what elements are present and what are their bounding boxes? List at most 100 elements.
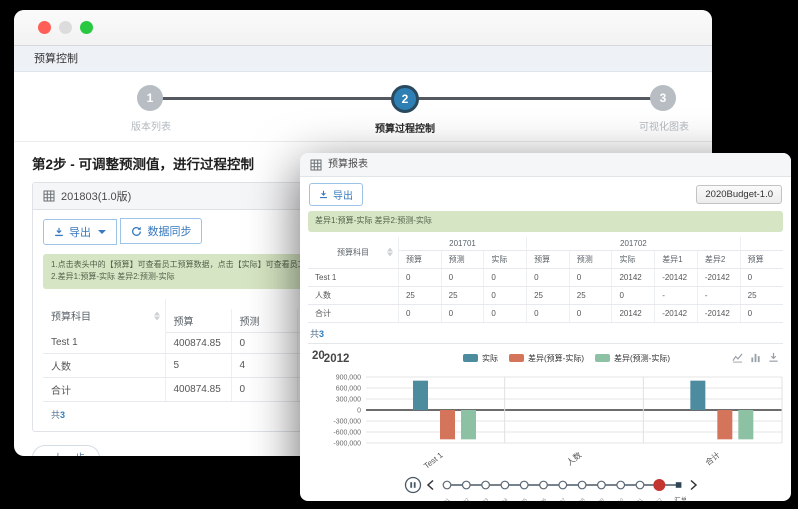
- column-header[interactable]: 差异1: [655, 250, 698, 268]
- timeline-next-arrow[interactable]: [691, 480, 696, 489]
- version-select-button[interactable]: 2020Budget-1.0: [696, 185, 782, 204]
- timeline-node-summary[interactable]: [676, 482, 682, 488]
- column-header[interactable]: 差异2: [697, 250, 740, 268]
- timeline-node[interactable]: [520, 481, 528, 489]
- timeline-node[interactable]: [559, 481, 567, 489]
- timeline-node[interactable]: [482, 481, 490, 489]
- version-panel-title: 201803(1.0版): [61, 188, 131, 204]
- column-header[interactable]: 预算: [740, 250, 783, 268]
- bar-差异(预测-实际)[interactable]: [461, 410, 476, 439]
- column-header[interactable]: 实际: [484, 250, 527, 268]
- timeline-node-current[interactable]: [653, 479, 665, 491]
- report-table: 预算科目201701201702预算预测实际预算预测实际差异1差异2预算Test…: [308, 237, 783, 323]
- sort-icon[interactable]: [154, 311, 160, 320]
- record-count: 共3: [308, 323, 783, 344]
- column-header[interactable]: 预测: [231, 309, 297, 333]
- export-label: 导出: [69, 224, 91, 240]
- diff-notice: 差异1:预算-实际 差异2:预测-实际: [308, 211, 783, 232]
- bar-实际[interactable]: [690, 380, 705, 409]
- step-process-control[interactable]: 2 预算过程控制: [391, 85, 419, 113]
- previous-step-button[interactable]: ‹ 上一步: [32, 445, 100, 456]
- legend-swatch: [595, 354, 610, 362]
- value-cell: 0: [527, 268, 570, 286]
- minimize-window-icon[interactable]: [59, 21, 72, 34]
- timeline-node[interactable]: [578, 481, 586, 489]
- close-window-icon[interactable]: [38, 21, 51, 34]
- value-cell: 25: [740, 286, 783, 304]
- value-cell: 25: [569, 286, 612, 304]
- legend-item[interactable]: 差异(预算-实际): [509, 353, 584, 364]
- download-image-icon[interactable]: [768, 352, 779, 363]
- value-cell: 0: [441, 268, 484, 286]
- budget-report-window: 预算报表 导出 2020Budget-1.0 差异1:预算-实际 差异2:预测-…: [300, 153, 791, 501]
- window-titlebar[interactable]: [14, 10, 712, 46]
- column-header[interactable]: 预测: [441, 250, 484, 268]
- value-cell: 20142: [612, 268, 655, 286]
- svg-text:600,000: 600,000: [336, 385, 361, 392]
- data-sync-button[interactable]: 数据同步: [120, 218, 202, 244]
- timeline-node[interactable]: [540, 481, 548, 489]
- value-cell: 0: [231, 378, 297, 402]
- total-count: 3: [319, 329, 324, 339]
- column-header[interactable]: 实际: [612, 250, 655, 268]
- timeline-node[interactable]: [501, 481, 509, 489]
- legend-label: 差异(预测-实际): [614, 353, 670, 364]
- column-header[interactable]: 预测: [569, 250, 612, 268]
- export-dropdown-button[interactable]: 导出: [43, 219, 117, 245]
- timeline-node[interactable]: [617, 481, 625, 489]
- legend-swatch: [509, 354, 524, 362]
- value-cell: 0: [527, 304, 570, 322]
- legend-item[interactable]: 实际: [463, 353, 498, 364]
- subject-cell: 合计: [43, 378, 165, 402]
- table-row[interactable]: 人数2525025250--25: [308, 286, 783, 304]
- export-label: 导出: [333, 187, 353, 202]
- table-row[interactable]: 合计0000020142-20142-201420: [308, 304, 783, 322]
- timeline-node[interactable]: [443, 481, 451, 489]
- sort-icon[interactable]: [387, 248, 393, 257]
- subject-cell: Test 1: [308, 268, 398, 286]
- column-header-subject[interactable]: 预算科目: [43, 299, 165, 333]
- column-header[interactable]: 预算: [398, 250, 441, 268]
- chart-title: 202012: [312, 352, 432, 364]
- column-header[interactable]: 预算: [165, 309, 231, 333]
- subject-cell: 人数: [308, 286, 398, 304]
- value-cell: 0: [740, 304, 783, 322]
- value-cell: 20142: [612, 304, 655, 322]
- svg-text:202005: 202005: [513, 497, 529, 501]
- value-cell: 0: [612, 286, 655, 304]
- timeline-node[interactable]: [598, 481, 606, 489]
- bar-差异(预测-实际)[interactable]: [738, 410, 753, 439]
- value-cell: 25: [527, 286, 570, 304]
- svg-text:-300,000: -300,000: [333, 418, 361, 425]
- timeline-node[interactable]: [463, 481, 471, 489]
- timeline-node[interactable]: [636, 481, 644, 489]
- export-button[interactable]: 导出: [309, 183, 363, 206]
- step-circle: 1: [137, 85, 163, 111]
- step-version-list[interactable]: 1 版本列表: [137, 85, 165, 111]
- bar-差异(预算-实际)[interactable]: [717, 410, 732, 439]
- timeline-slider[interactable]: 2020012020022020032020042020052020062020…: [308, 474, 783, 501]
- value-cell: 0: [569, 304, 612, 322]
- zoom-window-icon[interactable]: [80, 21, 93, 34]
- month-group-header: 201701: [398, 237, 526, 251]
- legend-label: 差异(预算-实际): [528, 353, 584, 364]
- play-pause-button[interactable]: [406, 477, 421, 492]
- table-icon: [43, 190, 55, 202]
- step-visual-charts[interactable]: 3 可视化图表: [650, 85, 678, 111]
- bar-差异(预算-实际)[interactable]: [440, 410, 455, 439]
- line-chart-icon[interactable]: [732, 352, 743, 363]
- column-header[interactable]: 预算: [527, 250, 570, 268]
- value-cell: -: [655, 286, 698, 304]
- value-cell: 5: [165, 354, 231, 378]
- table-row[interactable]: Test 10000020142-20142-201420: [308, 268, 783, 286]
- bar-chart-icon[interactable]: [750, 352, 761, 363]
- step-label: 预算过程控制: [375, 120, 435, 135]
- bar-实际[interactable]: [413, 380, 428, 409]
- report-panel-header: 预算报表: [300, 153, 791, 177]
- download-icon: [54, 227, 64, 237]
- timeline-prev-arrow[interactable]: [428, 480, 433, 489]
- svg-text:-600,000: -600,000: [333, 429, 361, 436]
- column-header-subject[interactable]: 预算科目: [308, 237, 398, 269]
- page-title: 预算控制: [14, 46, 712, 72]
- legend-item[interactable]: 差异(预测-实际): [595, 353, 670, 364]
